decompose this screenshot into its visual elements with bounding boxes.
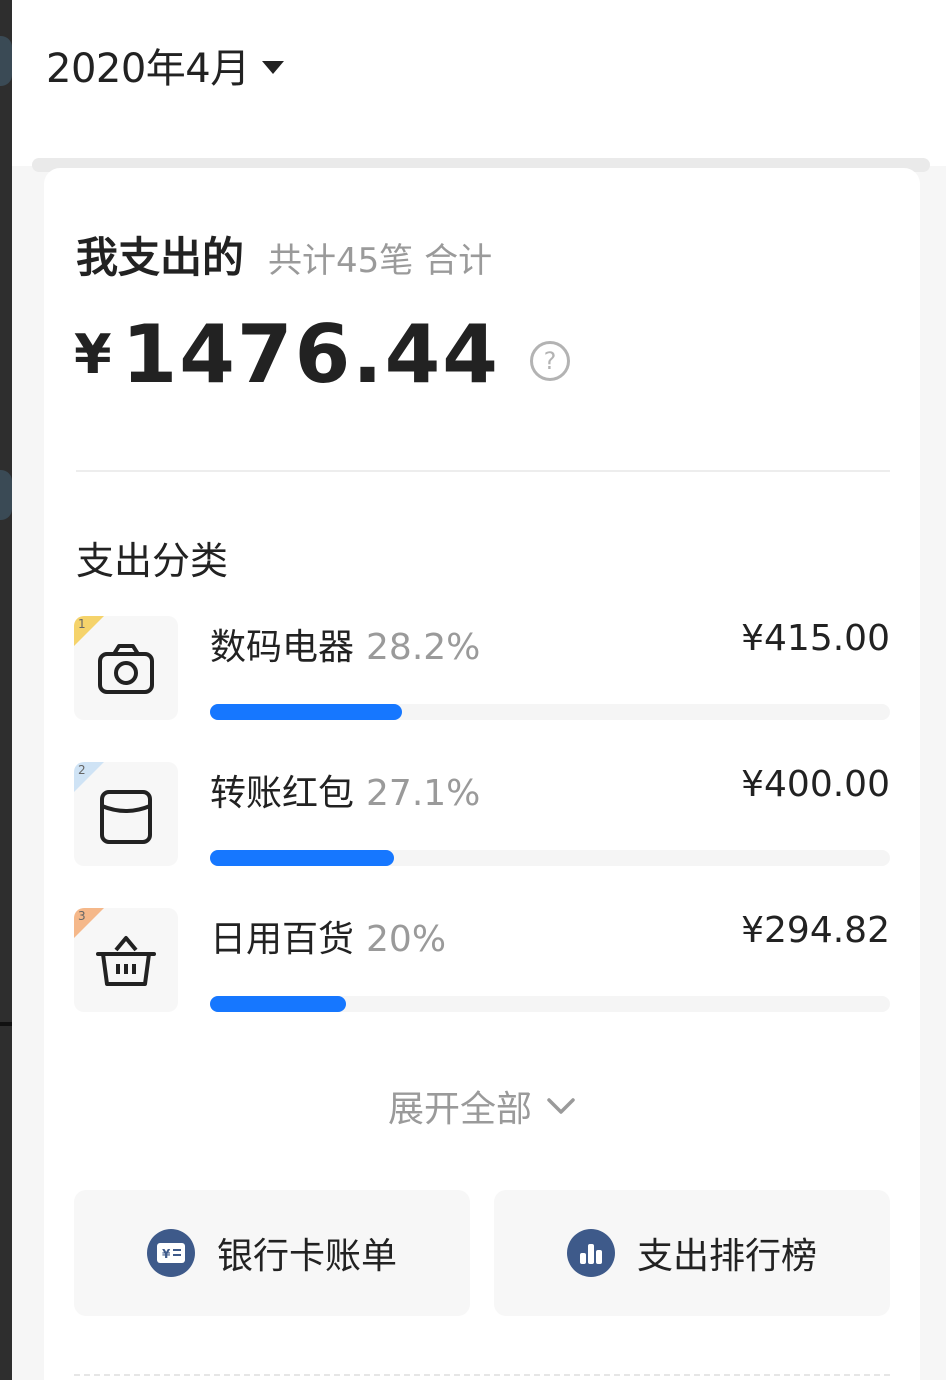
edge-decoration bbox=[0, 36, 12, 86]
chevron-down-icon bbox=[547, 1098, 575, 1114]
month-label: 2020年4月 bbox=[46, 46, 250, 92]
header: 2020年4月 bbox=[12, 0, 946, 160]
expand-all-label: 展开全部 bbox=[387, 1089, 532, 1130]
bank-card-icon: ¥ bbox=[146, 1229, 195, 1277]
total-row: ¥ 1476.44 ? bbox=[74, 308, 570, 401]
edge-divider bbox=[0, 1022, 12, 1026]
expand-all-button[interactable]: 展开全部 bbox=[44, 1080, 920, 1132]
expense-summary-card: 我支出的 共计45笔 合计 ¥ 1476.44 ? 支出分类 1 数码电器 28.… bbox=[44, 168, 920, 1400]
category-percent: 28.2% bbox=[366, 627, 481, 668]
category-section-title: 支出分类 bbox=[76, 539, 229, 583]
rank-number: 1 bbox=[78, 617, 86, 631]
caret-down-icon bbox=[261, 60, 284, 74]
summary-title-row: 我支出的 共计45笔 合计 bbox=[76, 224, 492, 285]
bank-card-bill-button[interactable]: ¥ 银行卡账单 bbox=[74, 1190, 470, 1316]
expense-ranking-button[interactable]: 支出排行榜 bbox=[494, 1190, 890, 1316]
category-icon-box: 3 bbox=[74, 908, 178, 1012]
month-picker[interactable]: 2020年4月 bbox=[46, 36, 284, 94]
summary-title: 我支出的 bbox=[76, 233, 245, 282]
divider bbox=[76, 470, 890, 472]
envelope-icon bbox=[100, 790, 152, 844]
total-amount: 1476.44 bbox=[121, 308, 500, 401]
category-row[interactable]: 3 日用百货 20% ¥294.82 bbox=[74, 908, 890, 1012]
category-name: 日用百货 20% bbox=[210, 910, 446, 962]
expense-ranking-label: 支出排行榜 bbox=[636, 1236, 817, 1277]
category-percent: 20% bbox=[366, 919, 447, 960]
category-row[interactable]: 1 数码电器 28.2% ¥415.00 bbox=[74, 616, 890, 720]
category-amount: ¥294.82 bbox=[741, 910, 890, 951]
category-icon-box: 1 bbox=[74, 616, 178, 720]
category-label: 数码电器 bbox=[210, 627, 355, 668]
bottom-divider bbox=[74, 1374, 890, 1376]
progress-fill bbox=[210, 704, 402, 720]
category-percent: 27.1% bbox=[366, 773, 481, 814]
category-amount: ¥400.00 bbox=[741, 764, 890, 805]
progress-track bbox=[210, 996, 890, 1012]
progress-fill bbox=[210, 850, 395, 866]
progress-track bbox=[210, 704, 890, 720]
category-name: 数码电器 28.2% bbox=[210, 618, 480, 670]
edge-decoration bbox=[0, 470, 12, 520]
progress-fill bbox=[210, 996, 346, 1012]
summary-count: 共计45笔 合计 bbox=[268, 241, 493, 281]
rank-number: 3 bbox=[78, 909, 86, 923]
camera-icon bbox=[98, 644, 154, 694]
category-row[interactable]: 2 转账红包 27.1% ¥400.00 bbox=[74, 762, 890, 866]
category-label: 日用百货 bbox=[210, 919, 355, 960]
help-icon[interactable]: ? bbox=[529, 340, 570, 381]
category-name: 转账红包 27.1% bbox=[210, 764, 480, 816]
bank-card-bill-label: 银行卡账单 bbox=[216, 1236, 397, 1277]
category-label: 转账红包 bbox=[210, 773, 355, 814]
currency-symbol: ¥ bbox=[74, 323, 112, 386]
progress-track bbox=[210, 850, 890, 866]
basket-icon bbox=[96, 936, 156, 986]
category-amount: ¥415.00 bbox=[741, 618, 890, 659]
category-icon-box: 2 bbox=[74, 762, 178, 866]
rank-number: 2 bbox=[78, 763, 86, 777]
bar-chart-icon bbox=[566, 1229, 615, 1277]
left-edge-strip bbox=[0, 0, 12, 1380]
svg-text:¥: ¥ bbox=[162, 1247, 171, 1261]
